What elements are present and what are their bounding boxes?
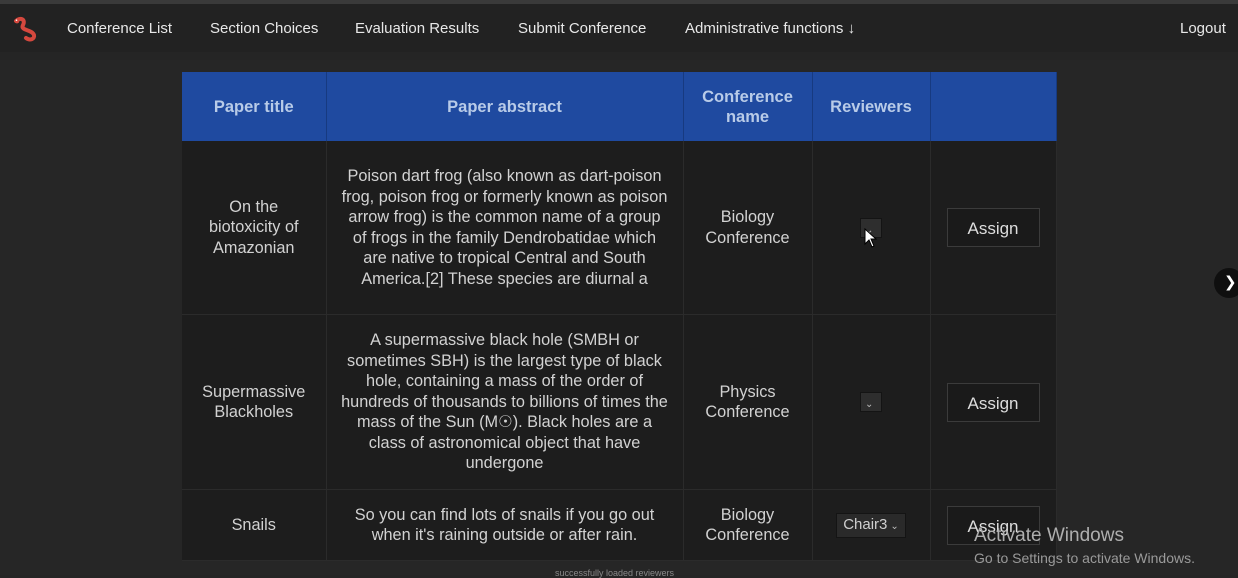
action-cell: Assign	[930, 314, 1057, 490]
reviewer-select[interactable]: ⌄	[860, 392, 882, 413]
header-paper-abstract: Paper abstract	[326, 72, 684, 141]
worm-logo-icon[interactable]	[10, 15, 38, 43]
chevron-down-icon: ⌄	[890, 520, 899, 532]
table-row: Supermassive Blackholes A supermassive b…	[182, 314, 1057, 490]
assign-button[interactable]: Assign	[946, 382, 1040, 422]
nav-evaluation-results[interactable]: Evaluation Results	[355, 20, 479, 37]
table-row: Snails So you can find lots of snails if…	[182, 489, 1057, 561]
reviewer-select[interactable]: Chair3 ⌄	[836, 512, 906, 538]
nav-conference-list[interactable]: Conference List	[67, 20, 172, 37]
paper-title-cell: On the biotoxicity of Amazonian	[182, 141, 327, 315]
activate-windows-subtitle: Go to Settings to activate Windows.	[974, 550, 1195, 566]
mouse-pointer-icon	[864, 228, 878, 248]
logout-link[interactable]: Logout	[1180, 20, 1226, 37]
top-navbar: Conference List Section Choices Evaluati…	[0, 4, 1238, 52]
chevron-down-icon: ⌄	[865, 399, 874, 411]
paper-abstract-cell: So you can find lots of snails if you go…	[326, 489, 684, 561]
paper-abstract-cell: Poison dart frog (also known as dart-poi…	[326, 141, 684, 315]
reviewer-selected-value: Chair3	[843, 515, 888, 533]
paper-title-cell: Snails	[182, 489, 327, 561]
table-row: On the biotoxicity of Amazonian Poison d…	[182, 141, 1057, 315]
chevron-right-icon: ❯	[1224, 274, 1237, 291]
paper-title-cell: Supermassive Blackholes	[182, 314, 327, 490]
conference-name-cell: Physics Conference	[683, 314, 813, 490]
nav-administrative-functions[interactable]: Administrative functions ↓	[685, 20, 855, 37]
activate-windows-title: Activate Windows	[974, 525, 1124, 546]
paper-abstract-cell: A supermassive black hole (SMBH or somet…	[326, 314, 684, 490]
status-message: successfully loaded reviewers	[555, 568, 675, 578]
action-cell: Assign	[930, 141, 1057, 315]
header-reviewers: Reviewers	[812, 72, 931, 141]
nav-section-choices[interactable]: Section Choices	[210, 20, 318, 37]
header-paper-title: Paper title	[182, 72, 327, 141]
table-header-row: Paper title Paper abstract Conference na…	[182, 72, 1057, 141]
header-actions	[930, 72, 1057, 141]
header-conference-name: Conference name	[683, 72, 813, 141]
conference-name-cell: Biology Conference	[683, 141, 813, 315]
nav-submit-conference[interactable]: Submit Conference	[518, 20, 646, 37]
next-panel-button[interactable]: ❯	[1214, 268, 1238, 298]
reviewers-cell: Chair3 ⌄	[812, 489, 931, 561]
reviewers-cell: ⌄	[812, 314, 931, 490]
conference-name-cell: Biology Conference	[683, 489, 813, 561]
papers-table: Paper title Paper abstract Conference na…	[182, 72, 1057, 561]
assign-button[interactable]: Assign	[946, 208, 1040, 247]
